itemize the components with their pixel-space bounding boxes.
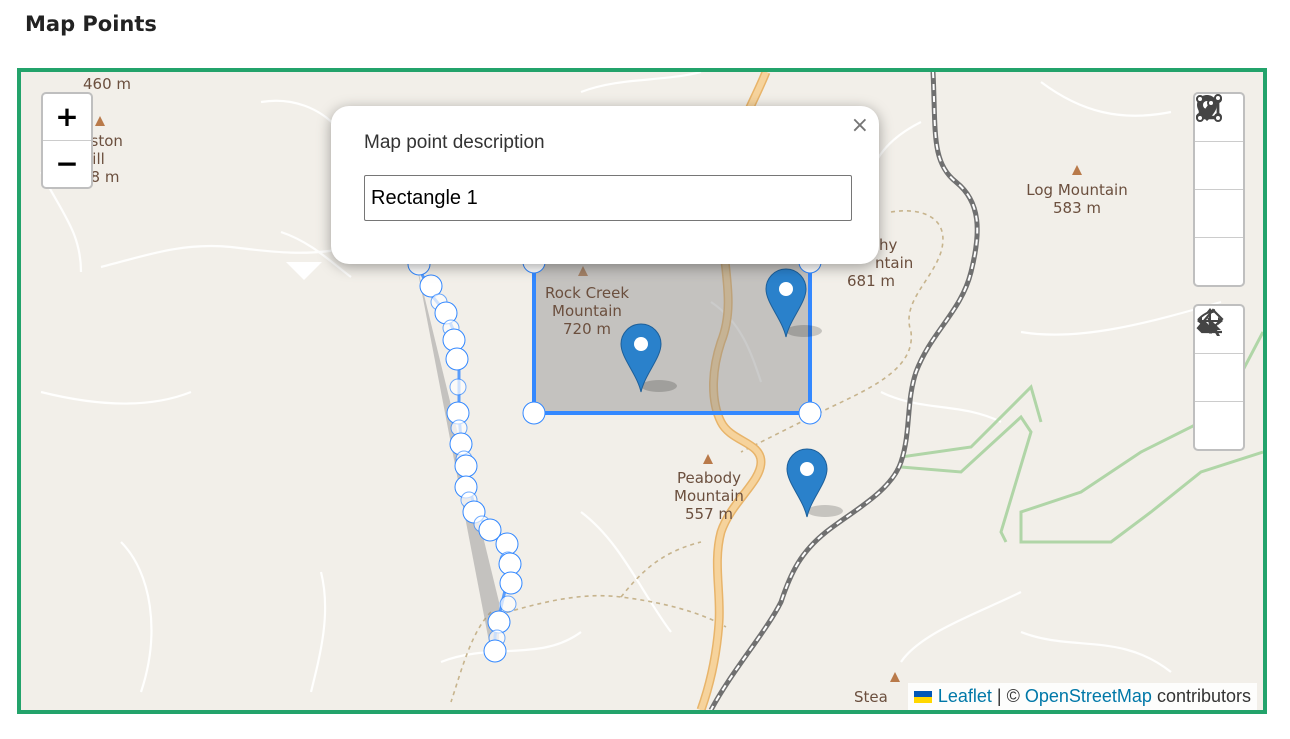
- zoom-control: + −: [41, 92, 93, 189]
- map-label-460: 460 m: [83, 75, 132, 93]
- map-label-log-mountain: Log Mountain 583 m: [1026, 181, 1128, 217]
- edit-toolbar: [1193, 304, 1245, 451]
- openstreetmap-link[interactable]: OpenStreetMap: [1025, 686, 1152, 706]
- popup-close-button[interactable]: ×: [851, 114, 869, 138]
- drag-layers-button[interactable]: [1195, 308, 1243, 401]
- draw-rectangle-button[interactable]: [1195, 95, 1243, 237]
- zoom-out-button[interactable]: −: [43, 140, 91, 187]
- map-label-stea: Stea: [854, 688, 888, 706]
- ukraine-flag-icon: [913, 691, 932, 704]
- map-label-rock-creek: Rock Creek Mountain 720 m: [544, 284, 630, 338]
- draw-toolbar: [1193, 92, 1245, 287]
- map-label-peabody: Peabody Mountain 557 m: [674, 469, 744, 523]
- zoom-in-button[interactable]: +: [43, 94, 91, 140]
- polygon-icon: [1196, 94, 1222, 122]
- map-attribution: Leaflet | © OpenStreetMap contributors: [907, 683, 1257, 710]
- map-container[interactable]: 460 m uston Hill 98 m Rock Creek Mountai…: [17, 68, 1267, 714]
- draw-polyline-button[interactable]: [1195, 95, 1243, 189]
- remove-layers-button[interactable]: [1195, 308, 1243, 449]
- attribution-contributors: contributors: [1156, 686, 1251, 706]
- eraser-icon: [1196, 308, 1224, 334]
- popup-tip: [286, 262, 322, 280]
- leaflet-link[interactable]: Leaflet: [938, 686, 992, 706]
- page-title: Map Points: [25, 12, 157, 36]
- popup-description-label: Map point description: [364, 132, 545, 153]
- description-input[interactable]: [364, 175, 852, 221]
- map-point-popup: × Map point description: [331, 106, 879, 264]
- draw-polygon-button[interactable]: [1195, 94, 1243, 285]
- attribution-separator: | ©: [996, 686, 1020, 706]
- map-canvas[interactable]: 460 m uston Hill 98 m Rock Creek Mountai…: [21, 72, 1263, 710]
